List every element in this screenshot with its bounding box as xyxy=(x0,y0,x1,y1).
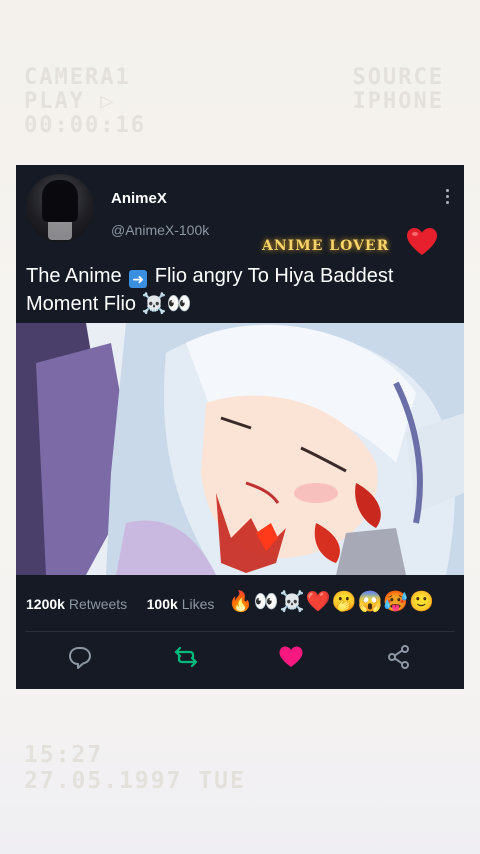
camera-overlay-top-right: SOURCE IPHONE xyxy=(353,66,444,114)
arrow-right-icon: ➜ xyxy=(129,270,148,288)
avatar-hair xyxy=(42,180,78,222)
timecode: 00:00:16 xyxy=(24,113,146,138)
clock-time: 15:27 xyxy=(24,742,104,768)
retweet-icon[interactable] xyxy=(172,643,200,671)
author-handle[interactable]: @AnimeX-100k xyxy=(111,222,209,238)
anime-lover-badge: ANIME LOVER xyxy=(262,238,390,254)
author-name[interactable]: AnimeX xyxy=(111,190,167,207)
tweet-text-part1: The Anime xyxy=(26,265,128,287)
tweet-media-image[interactable] xyxy=(16,323,464,575)
heart-icon[interactable] xyxy=(277,643,305,671)
engagement-counts: 1200k Retweets 100k Likes xyxy=(26,596,214,612)
divider xyxy=(26,631,454,632)
tweet-card: AnimeX @AnimeX-100k ANIME LOVER The Anim… xyxy=(16,165,464,689)
reaction-emojis: 🔥👀☠️❤️🫢😱🥵🙂 xyxy=(228,591,436,613)
camera-overlay-bottom-left: 15:27 27.05.1997 TUE xyxy=(24,742,246,794)
camera-label: CAMERA1 xyxy=(24,65,131,90)
likes-count: 100k xyxy=(146,596,178,612)
more-vertical-icon[interactable] xyxy=(440,189,454,207)
retweets-count: 1200k xyxy=(26,596,65,612)
avatar[interactable] xyxy=(26,174,94,242)
anime-scene-illustration xyxy=(16,323,464,575)
action-bar xyxy=(16,643,464,673)
tweet-text: The Anime ➜ Flio angry To Hiya Baddest M… xyxy=(26,262,454,318)
retweets-label: Retweets xyxy=(68,596,128,612)
source-label: SOURCE xyxy=(352,65,444,90)
reply-icon[interactable] xyxy=(66,643,94,671)
play-label: PLAY ▷ xyxy=(24,89,116,114)
device-label: IPHONE xyxy=(352,89,444,114)
clock-date: 27.05.1997 TUE xyxy=(24,768,246,794)
share-icon[interactable] xyxy=(385,643,413,671)
heart-decoration-icon xyxy=(407,228,437,255)
camera-overlay-top-left: CAMERA1 PLAY ▷ 00:00:16 xyxy=(24,66,146,138)
likes-label: Likes xyxy=(181,596,215,612)
